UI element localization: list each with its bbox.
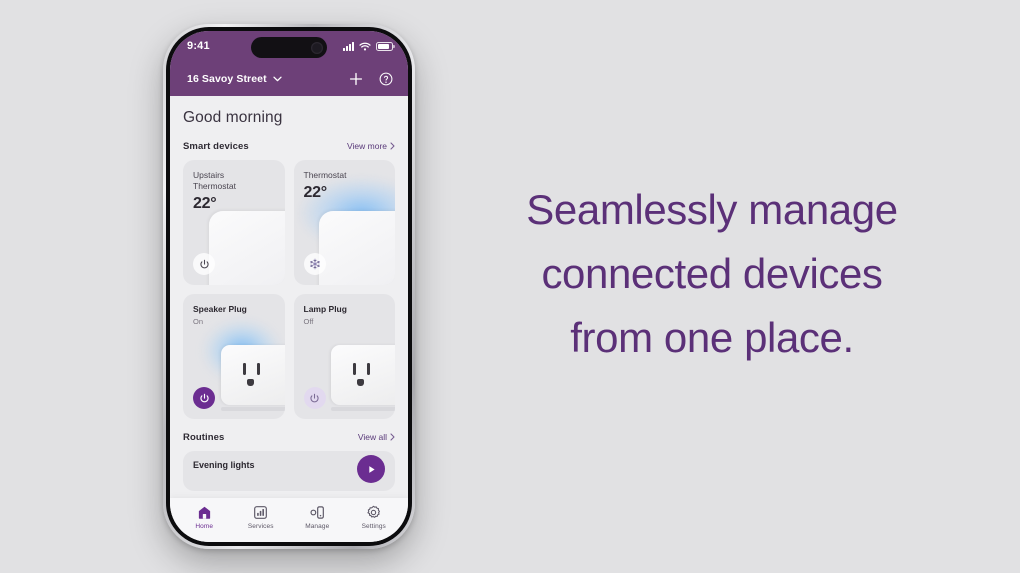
routines-view-all-link[interactable]: View all [358, 432, 395, 442]
device-name: Speaker Plug [193, 304, 247, 314]
smart-devices-view-more-link[interactable]: View more [347, 141, 395, 151]
home-icon [198, 506, 210, 519]
plug-power-toggle[interactable] [303, 387, 326, 409]
plug-illustration [331, 345, 395, 405]
add-device-button[interactable] [349, 72, 363, 86]
address-selector[interactable]: 16 Savoy Street [187, 73, 282, 85]
device-card-speaker-plug[interactable]: Speaker Plug On [183, 294, 285, 419]
help-circle-icon [379, 72, 393, 85]
cellular-signal-icon [343, 41, 354, 51]
view-all-label: View all [357, 432, 387, 442]
help-button[interactable] [379, 72, 393, 86]
plug-base [220, 407, 285, 411]
plug-base [331, 407, 395, 411]
phone-bezel: 9:41 16 Savoy Street Good morning Smart … [166, 27, 412, 546]
tab-services-label: Services [247, 522, 274, 530]
snowflake-icon [309, 258, 320, 270]
device-name-line1: Upstairs [193, 170, 225, 180]
wifi-icon [359, 42, 371, 50]
chart-icon [254, 505, 268, 519]
chevron-right-icon [390, 142, 395, 150]
device-name: Thermostat [303, 170, 347, 180]
app-bar: 16 Savoy Street [170, 61, 408, 96]
plug-card-grid: Speaker Plug On Lamp Plug Off [183, 294, 395, 419]
bottom-tab-bar: Home Services Manage Settings [170, 498, 408, 542]
power-icon [199, 259, 209, 268]
thermostat-illustration [208, 211, 285, 285]
battery-icon [376, 41, 395, 51]
headline-line-3: from one place. [570, 313, 854, 361]
headline: Seamlessly manage connected devices from… [452, 178, 972, 369]
dynamic-island [251, 37, 327, 58]
tab-manage[interactable]: Manage [289, 505, 346, 530]
power-icon [310, 393, 319, 402]
tab-manage-label: Manage [305, 522, 330, 530]
tab-settings-label: Settings [361, 522, 386, 530]
app-content: Good morning Smart devices View more Ups… [170, 96, 408, 498]
device-temperature: 22° [193, 195, 217, 213]
headline-line-1: Seamlessly manage [526, 186, 898, 233]
device-cooling-toggle[interactable] [303, 253, 326, 275]
view-more-label: View more [347, 141, 387, 151]
gear-icon [367, 505, 381, 518]
app-bar-actions [349, 72, 393, 86]
smart-devices-title: Smart devices [183, 141, 249, 152]
headline-line-2: connected devices [541, 249, 883, 297]
tab-home[interactable]: Home [176, 505, 233, 530]
device-status: On [193, 317, 204, 327]
phone-screen: 9:41 16 Savoy Street Good morning Smart … [170, 31, 408, 542]
chevron-down-icon [273, 76, 282, 81]
device-card-lamp-plug[interactable]: Lamp Plug Off [293, 294, 395, 419]
routines-title: Routines [183, 432, 225, 443]
status-bar: 9:41 [170, 31, 408, 61]
routine-play-button[interactable] [357, 455, 385, 483]
plug-illustration [220, 345, 285, 405]
device-temperature: 22° [303, 184, 328, 202]
tab-settings[interactable]: Settings [346, 505, 403, 530]
address-label: 16 Savoy Street [187, 72, 267, 85]
smart-devices-header: Smart devices View more [183, 141, 395, 152]
play-icon [368, 465, 375, 473]
plus-icon [349, 72, 363, 85]
status-time: 9:41 [187, 40, 210, 52]
device-card-thermostat[interactable]: Thermostat 22° [293, 160, 395, 285]
devices-icon [310, 505, 324, 519]
device-card-upstairs-thermostat[interactable]: Upstairs Thermostat 22° [183, 160, 285, 285]
status-indicators [343, 41, 395, 51]
front-camera-icon [311, 41, 323, 54]
routines-header: Routines View all [183, 432, 395, 443]
device-status: Off [303, 317, 314, 327]
greeting-text: Good morning [183, 109, 283, 126]
thermostat-illustration [319, 211, 395, 285]
device-name: Lamp Plug [303, 304, 347, 314]
device-name-line2: Thermostat [193, 181, 236, 192]
phone-mockup: 9:41 16 Savoy Street Good morning Smart … [163, 24, 415, 549]
routine-card-evening-lights[interactable]: Evening lights [183, 451, 395, 491]
plug-power-toggle[interactable] [193, 387, 215, 409]
device-power-toggle[interactable] [193, 253, 215, 275]
thermostat-card-grid: Upstairs Thermostat 22° Thermostat 22° [183, 160, 395, 285]
tab-home-label: Home [195, 522, 214, 530]
chevron-right-icon [390, 433, 395, 441]
power-icon [199, 393, 209, 402]
tab-services[interactable]: Services [233, 505, 290, 530]
